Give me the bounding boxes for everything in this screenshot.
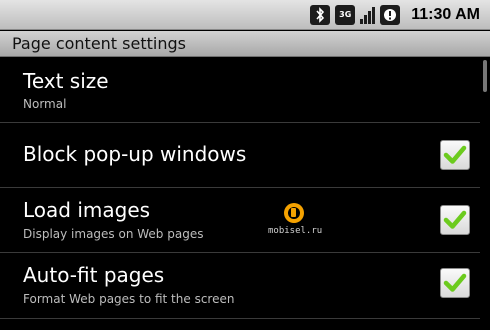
setting-title: Block pop-up windows [23, 142, 247, 166]
battery-icon [380, 5, 401, 25]
checkmark-icon [443, 273, 467, 292]
setting-summary: Display images on Web pages [23, 227, 204, 241]
settings-list: Text size Normal Block pop-up windows Lo… [0, 57, 490, 319]
status-clock: 11:30 AM [411, 6, 480, 23]
setting-block-popups[interactable]: Block pop-up windows [0, 123, 480, 188]
setting-text-size[interactable]: Text size Normal [0, 57, 480, 123]
page-title: Page content settings [12, 34, 186, 53]
status-icons: 3G 11:30 AM [310, 3, 480, 27]
setting-title: Text size [23, 69, 109, 93]
watermark-text: mobisel.ru [268, 226, 323, 236]
setting-load-images[interactable]: Load images Display images on Web pages [0, 188, 480, 253]
block-popups-checkbox[interactable] [440, 140, 470, 170]
setting-title: Load images [23, 198, 151, 222]
signal-strength-icon [360, 6, 376, 24]
screen: 3G 11:30 AM Page content settings Text s… [0, 0, 490, 330]
scrollbar[interactable] [483, 60, 487, 92]
auto-fit-pages-checkbox[interactable] [440, 268, 470, 298]
watermark-logo-icon [284, 203, 304, 223]
setting-title: Auto-fit pages [23, 263, 165, 287]
checkmark-icon [443, 145, 467, 164]
network-3g-icon: 3G [335, 5, 356, 25]
status-bar: 3G 11:30 AM [0, 0, 490, 30]
setting-summary: Format Web pages to fit the screen [23, 292, 235, 306]
title-bar: Page content settings [0, 31, 490, 57]
checkmark-icon [443, 210, 467, 229]
setting-summary: Normal [23, 97, 67, 111]
bluetooth-icon [310, 5, 331, 25]
load-images-checkbox[interactable] [440, 205, 470, 235]
watermark: mobisel.ru [268, 202, 328, 242]
network-type-label: 3G [339, 10, 352, 19]
setting-auto-fit-pages[interactable]: Auto-fit pages Format Web pages to fit t… [0, 253, 480, 319]
